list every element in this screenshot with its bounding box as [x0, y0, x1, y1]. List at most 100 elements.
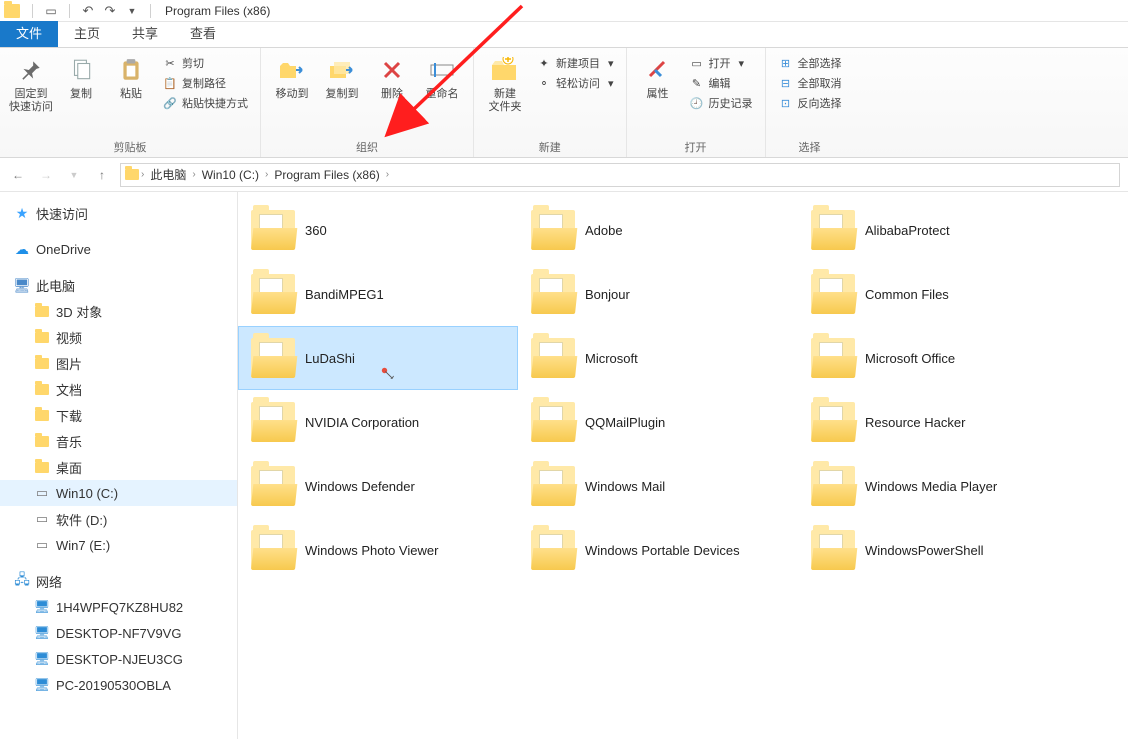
paste-shortcut-button[interactable]: 🔗粘贴快捷方式: [158, 94, 252, 112]
tree-network-pc[interactable]: 🖥1H4WPFQ7KZ8HU82: [0, 594, 237, 620]
nav-recent-button[interactable]: ▼: [64, 165, 84, 185]
copy-button[interactable]: 复制: [58, 52, 104, 101]
easy-access-icon: ⚬: [536, 75, 552, 91]
tab-share[interactable]: 共享: [116, 21, 174, 47]
rename-button[interactable]: 重命名: [419, 52, 465, 101]
tree-drive-e[interactable]: ▭Win7 (E:): [0, 532, 237, 558]
open-button[interactable]: ▭打开▾: [685, 54, 757, 72]
folder-item[interactable]: 360: [238, 198, 518, 262]
pin-quick-access-button[interactable]: 固定到 快速访问: [8, 52, 54, 114]
folder-icon: [125, 169, 139, 180]
select-none-button[interactable]: ⊟全部取消: [774, 74, 846, 92]
tree-music[interactable]: 音乐: [0, 428, 237, 454]
tree-documents[interactable]: 文档: [0, 376, 237, 402]
tree-drive-c[interactable]: ▭Win10 (C:): [0, 480, 237, 506]
folder-icon: [251, 210, 295, 250]
tree-onedrive[interactable]: ☁OneDrive: [0, 236, 237, 262]
nav-up-button[interactable]: ↑: [92, 165, 112, 185]
tree-this-pc[interactable]: 🖥此电脑: [0, 272, 237, 298]
folder-item[interactable]: Adobe: [518, 198, 798, 262]
folder-item[interactable]: NVIDIA Corporation: [238, 390, 518, 454]
folder-item[interactable]: AlibabaProtect: [798, 198, 1078, 262]
history-icon: 🕘: [689, 95, 705, 111]
tree-drive-d[interactable]: ▭软件 (D:): [0, 506, 237, 532]
folder-item[interactable]: Windows Photo Viewer: [238, 518, 518, 582]
folder-item[interactable]: Common Files: [798, 262, 1078, 326]
folder-icon: [34, 382, 50, 396]
folder-item[interactable]: WindowsPowerShell: [798, 518, 1078, 582]
folder-grid: 360 Adobe AlibabaProtect BandiMPEG1 Bonj…: [238, 198, 1128, 582]
breadcrumb-drive[interactable]: Win10 (C:): [198, 168, 263, 182]
folder-item[interactable]: Resource Hacker: [798, 390, 1078, 454]
qat-undo[interactable]: ↶: [78, 2, 98, 20]
cut-button[interactable]: ✂剪切: [158, 54, 252, 72]
tab-view[interactable]: 查看: [174, 21, 232, 47]
edit-button[interactable]: ✎编辑: [685, 74, 757, 92]
folder-icon: [251, 530, 295, 570]
qat-item[interactable]: ▭: [41, 2, 61, 20]
copy-path-button[interactable]: 📋复制路径: [158, 74, 252, 92]
content-pane[interactable]: 360 Adobe AlibabaProtect BandiMPEG1 Bonj…: [238, 192, 1128, 739]
folder-icon: [531, 466, 575, 506]
new-item-icon: ✦: [536, 55, 552, 71]
new-folder-button[interactable]: 新建 文件夹: [482, 52, 528, 114]
nav-back-button[interactable]: ←: [8, 165, 28, 185]
folder-item-selected[interactable]: LuDaShi: [238, 326, 518, 390]
properties-button[interactable]: 属性: [635, 52, 681, 101]
star-icon: ★: [14, 206, 30, 220]
qat-redo[interactable]: ↷: [100, 2, 120, 20]
network-icon: 🖧: [14, 574, 30, 588]
folder-item[interactable]: Windows Mail: [518, 454, 798, 518]
tree-videos[interactable]: 视频: [0, 324, 237, 350]
nav-bar: ← → ▼ ↑ › 此电脑 › Win10 (C:) › Program Fil…: [0, 158, 1128, 192]
breadcrumb-folder[interactable]: Program Files (x86): [270, 168, 383, 182]
sidebar-tree[interactable]: ★快速访问 ☁OneDrive 🖥此电脑 3D 对象 视频 图片 文档 下载 音…: [0, 192, 238, 739]
tree-quick-access[interactable]: ★快速访问: [0, 200, 237, 226]
invert-selection-button[interactable]: ⊡反向选择: [774, 94, 846, 112]
copy-to-button[interactable]: 复制到: [319, 52, 365, 101]
folder-item[interactable]: Microsoft Office: [798, 326, 1078, 390]
delete-button[interactable]: 删除: [369, 52, 415, 101]
history-button[interactable]: 🕘历史记录: [685, 94, 757, 112]
tab-file[interactable]: 文件: [0, 21, 58, 47]
folder-icon: [34, 434, 50, 448]
folder-icon: [811, 402, 855, 442]
tree-network-pc[interactable]: 🖥DESKTOP-NJEU3CG: [0, 646, 237, 672]
pc-icon: 🖥: [34, 600, 50, 614]
nav-forward-button[interactable]: →: [36, 165, 56, 185]
tree-desktop[interactable]: 桌面: [0, 454, 237, 480]
easy-access-button[interactable]: ⚬轻松访问▾: [532, 74, 618, 92]
redo-icon: ↷: [105, 3, 116, 19]
folder-item[interactable]: BandiMPEG1: [238, 262, 518, 326]
chevron-down-icon: ▾: [608, 57, 614, 70]
drive-icon: ▭: [34, 538, 50, 552]
ribbon-group-new: 新建 文件夹 ✦新建项目▾ ⚬轻松访问▾ 新建: [474, 48, 627, 157]
tree-3d-objects[interactable]: 3D 对象: [0, 298, 237, 324]
tree-downloads[interactable]: 下载: [0, 402, 237, 428]
tree-network[interactable]: 🖧网络: [0, 568, 237, 594]
folder-icon: [811, 530, 855, 570]
folder-item[interactable]: Windows Portable Devices: [518, 518, 798, 582]
tree-network-pc[interactable]: 🖥DESKTOP-NF7V9VG: [0, 620, 237, 646]
qat-customize[interactable]: ▼: [122, 2, 142, 20]
tab-home[interactable]: 主页: [58, 21, 116, 47]
folder-item[interactable]: Windows Media Player: [798, 454, 1078, 518]
group-label: 新建: [482, 137, 618, 155]
select-all-button[interactable]: ⊞全部选择: [774, 54, 846, 72]
folder-item[interactable]: Bonjour: [518, 262, 798, 326]
tree-pictures[interactable]: 图片: [0, 350, 237, 376]
ribbon-group-organize: 移动到 复制到 删除 重命名 组织: [261, 48, 474, 157]
new-item-button[interactable]: ✦新建项目▾: [532, 54, 618, 72]
paste-button[interactable]: 粘贴: [108, 52, 154, 101]
address-bar[interactable]: › 此电脑 › Win10 (C:) › Program Files (x86)…: [120, 163, 1120, 187]
breadcrumb-pc[interactable]: 此电脑: [146, 166, 190, 183]
tree-network-pc[interactable]: 🖥PC-20190530OBLA: [0, 672, 237, 698]
pc-icon: 🖥: [34, 652, 50, 666]
folder-item[interactable]: QQMailPlugin: [518, 390, 798, 454]
folder-item[interactable]: Windows Defender: [238, 454, 518, 518]
drive-icon: ▭: [34, 486, 50, 500]
move-to-button[interactable]: 移动到: [269, 52, 315, 101]
folder-item[interactable]: Microsoft: [518, 326, 798, 390]
arrow-right-icon: →: [40, 168, 52, 182]
chevron-right-icon: ›: [263, 169, 270, 180]
